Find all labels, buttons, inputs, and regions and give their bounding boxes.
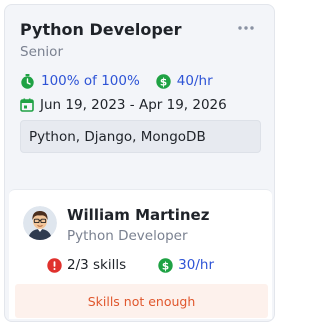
required-skills: Python, Django, MongoDB — [20, 120, 261, 153]
stopwatch-icon — [20, 73, 35, 89]
job-level: Senior — [20, 44, 63, 60]
skills-warning-banner: Skills not enough — [15, 284, 268, 318]
skills-match: 2/3 skills — [67, 257, 127, 273]
date-range-text: Jun 19, 2023 - Apr 19, 2026 — [40, 97, 227, 113]
svg-text:$: $ — [160, 76, 167, 88]
avatar — [23, 206, 57, 240]
candidate-stats: 2/3 skills $ 30/hr — [47, 256, 214, 274]
candidate-rate: 30/hr — [178, 257, 214, 273]
calendar-icon — [20, 98, 34, 112]
alert-circle-icon — [47, 257, 62, 273]
match-percent: 100% of 100% — [41, 73, 140, 89]
candidate-name: William Martinez — [67, 206, 210, 224]
job-rate: 40/hr — [176, 73, 213, 89]
svg-text:$: $ — [162, 260, 169, 272]
job-title: Python Developer — [20, 20, 182, 39]
candidate-role: Python Developer — [67, 228, 188, 244]
job-card[interactable]: Python Developer Senior 100% of 100% $ 4… — [4, 4, 275, 322]
more-horizontal-icon — [238, 26, 254, 30]
job-stats: 100% of 100% $ 40/hr — [20, 72, 213, 90]
dollar-circle-icon: $ — [158, 257, 173, 273]
more-options-button[interactable] — [235, 20, 257, 36]
job-date-range: Jun 19, 2023 - Apr 19, 2026 — [20, 96, 227, 114]
dollar-circle-icon: $ — [156, 73, 171, 89]
candidate-card[interactable]: William Martinez Python Developer 2/3 sk… — [9, 189, 272, 319]
